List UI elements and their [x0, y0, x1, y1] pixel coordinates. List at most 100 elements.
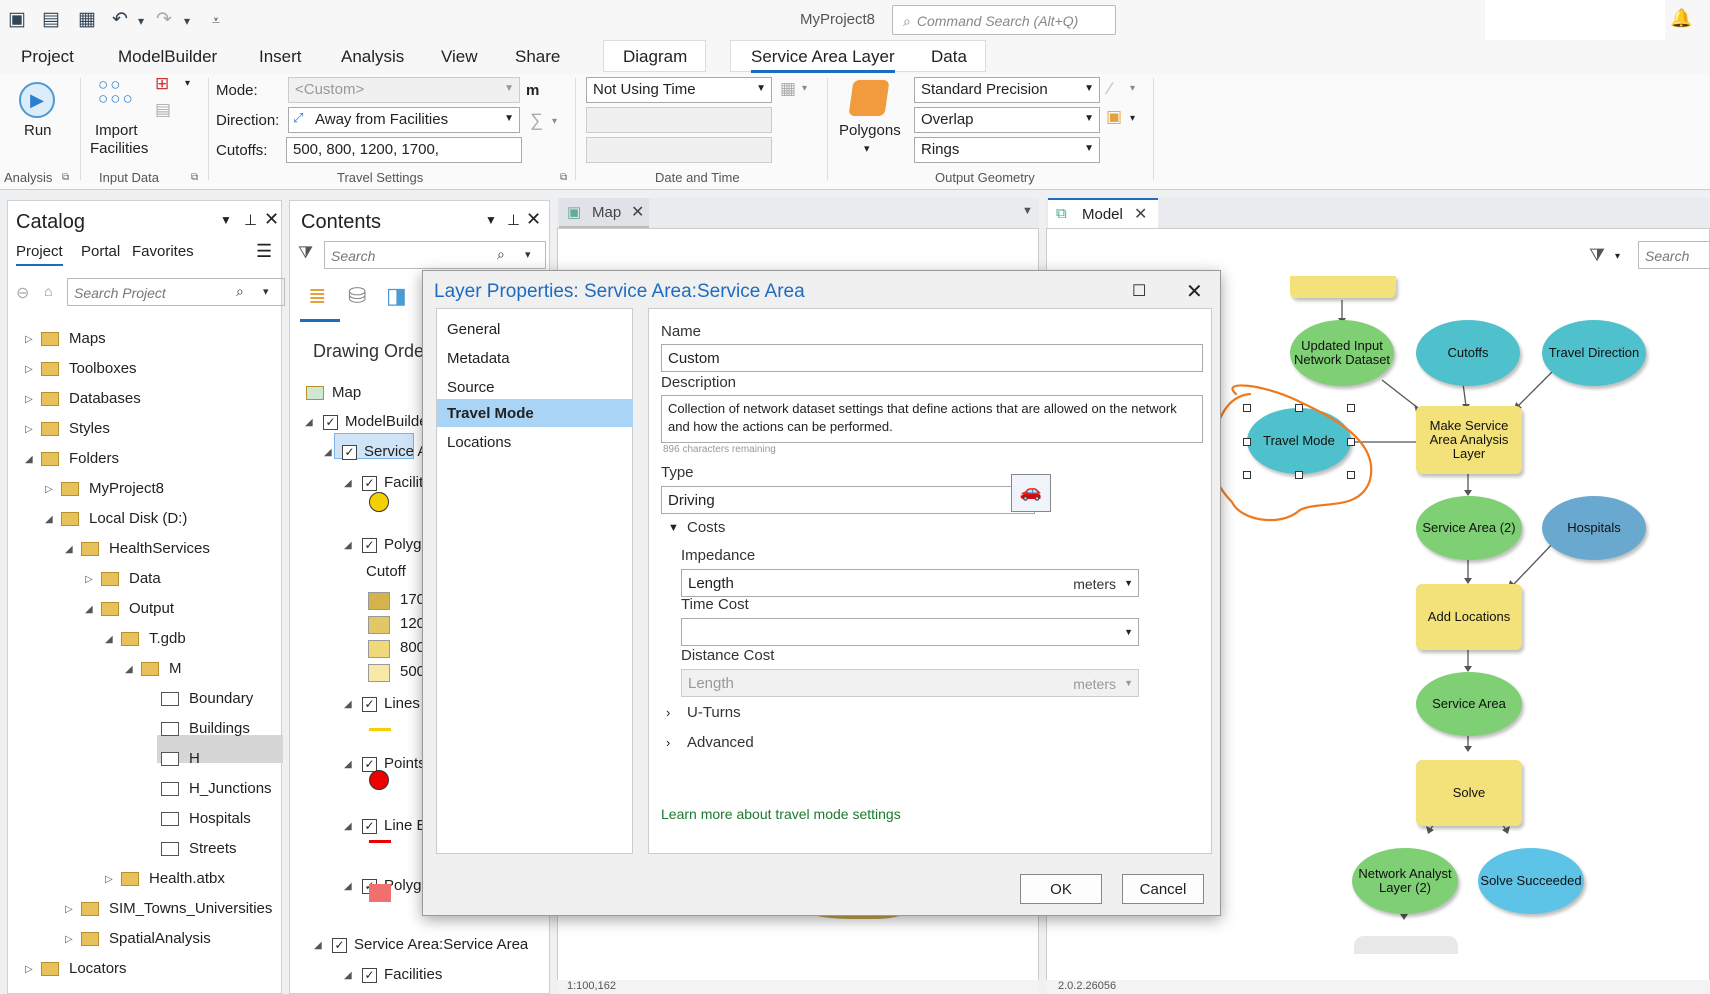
list-by-drawing-order-icon[interactable]: ≣ [308, 283, 326, 309]
tab-analysis[interactable]: Analysis [341, 47, 404, 67]
selection-handle[interactable] [1347, 471, 1355, 479]
layer-checkbox[interactable]: ✓ [323, 415, 338, 430]
dialog-launcher-icon[interactable]: ⧉ [62, 172, 69, 183]
contents-item[interactable]: Lines [384, 695, 420, 712]
costs-label[interactable]: Costs [687, 519, 725, 536]
node-travel-direction[interactable]: Travel Direction [1542, 320, 1646, 386]
selection-handle[interactable] [1243, 471, 1251, 479]
layer-checkbox[interactable]: ✓ [342, 445, 357, 460]
catalog-item[interactable]: HealthServices [109, 540, 210, 557]
impedance-combo[interactable]: Length meters ▼ [681, 569, 1139, 597]
save-project-icon[interactable]: ▦ [78, 8, 96, 31]
expand-toggle-icon[interactable]: ▷ [65, 934, 73, 945]
contents-item[interactable]: ModelBuilder [345, 413, 433, 430]
import-label-1[interactable]: Import [95, 122, 138, 139]
node-cutoffs[interactable]: Cutoffs [1416, 320, 1520, 386]
contents-options-icon[interactable]: ▼ [485, 213, 497, 227]
sum-dropdown-icon[interactable]: ▾ [552, 116, 557, 127]
selection-handle[interactable] [1295, 471, 1303, 479]
node-updated-input[interactable]: Updated Input Network Dataset [1290, 320, 1394, 386]
tab-list-icon[interactable]: ▼ [1022, 205, 1033, 217]
catalog-item[interactable]: SIM_Towns_Universities [109, 900, 272, 917]
catalog-item[interactable]: Streets [189, 840, 237, 857]
layer-symbol[interactable] [369, 770, 389, 790]
date-input[interactable] [586, 107, 772, 133]
model-node-bottom[interactable] [1354, 936, 1458, 954]
expand-toggle-icon[interactable]: ◢ [85, 604, 93, 615]
expand-toggle-icon[interactable]: ◢ [45, 514, 53, 525]
import-label-2[interactable]: Facilities [90, 140, 148, 157]
expand-toggle-icon[interactable]: ◢ [344, 540, 352, 551]
notification-bell-icon[interactable]: 🔔 [1670, 8, 1692, 29]
maximize-icon[interactable]: ☐ [1132, 281, 1146, 301]
nav-general[interactable]: General [447, 321, 500, 338]
tab-share[interactable]: Share [515, 47, 560, 67]
travel-mode-car-icon[interactable]: 🚗 [1011, 474, 1051, 512]
expand-toggle-icon[interactable]: ◢ [344, 478, 352, 489]
catalog-item[interactable]: Toolboxes [69, 360, 137, 377]
home-icon[interactable]: ⌂ [44, 283, 52, 299]
catalog-item[interactable]: Boundary [189, 690, 253, 707]
expand-toggle-icon[interactable]: ▷ [65, 904, 73, 915]
back-icon[interactable]: ⊖ [16, 283, 29, 303]
catalog-item[interactable]: MyProject8 [89, 480, 164, 497]
expand-toggle-icon[interactable]: ◢ [314, 940, 322, 951]
layer-symbol[interactable] [369, 840, 391, 843]
layer-symbol[interactable] [369, 492, 389, 512]
redo-dropdown-icon[interactable]: ▾ [184, 14, 190, 28]
close-icon[interactable]: ✕ [526, 209, 541, 230]
contents-search-input[interactable]: Search ⌕ ▾ [324, 241, 546, 269]
catalog-item[interactable]: Local Disk (D:) [89, 510, 187, 527]
layer-checkbox[interactable]: ✓ [362, 819, 377, 834]
uturns-label[interactable]: U-Turns [687, 704, 741, 721]
nav-metadata[interactable]: Metadata [447, 350, 510, 367]
catalog-search-input[interactable]: Search Project ⌕ ▾ [67, 278, 285, 306]
distance-cost-combo[interactable]: Length meters ▼ [681, 669, 1139, 697]
catalog-item[interactable]: Locators [69, 960, 127, 977]
catalog-tab-portal[interactable]: Portal [81, 243, 120, 260]
polygons-dropdown-icon[interactable]: ▾ [864, 142, 870, 155]
node-network-layer-2[interactable]: Network Analyst Layer (2) [1352, 848, 1458, 914]
sum-icon[interactable]: ∑ [530, 110, 543, 131]
new-project-icon[interactable]: ▣ [8, 8, 26, 31]
expand-toggle-icon[interactable]: ▷ [85, 574, 93, 585]
selection-handle[interactable] [1347, 404, 1355, 412]
node-solve-succeeded[interactable]: Solve Succeeded [1478, 848, 1584, 914]
tab-diagram[interactable]: Diagram [623, 47, 687, 67]
catalog-item[interactable]: SpatialAnalysis [109, 930, 211, 947]
tab-map[interactable]: ▣ Map ✕ [559, 198, 649, 228]
symbol-swatch[interactable] [368, 592, 390, 610]
node-solve[interactable]: Solve [1416, 760, 1522, 826]
node-travel-mode[interactable]: Travel Mode [1247, 408, 1351, 474]
expand-toggle-icon[interactable]: ◢ [344, 821, 352, 832]
calendar-icon[interactable]: ▦ [780, 79, 796, 99]
pin-icon[interactable]: ⊥ [244, 211, 257, 229]
open-project-icon[interactable]: ▤ [42, 8, 60, 31]
cancel-button[interactable]: Cancel [1122, 874, 1204, 904]
contents-item[interactable]: Service Area:Service Area [354, 936, 528, 953]
selection-handle[interactable] [1243, 438, 1251, 446]
close-icon[interactable]: ✕ [631, 202, 644, 222]
expand-toggle-icon[interactable]: ▷ [25, 424, 33, 435]
expand-toggle-icon[interactable]: ◢ [344, 759, 352, 770]
time-cost-combo[interactable]: ▼ [681, 618, 1139, 646]
tab-project[interactable]: Project [21, 47, 74, 67]
input-launcher-icon[interactable]: ⧉ [191, 172, 198, 183]
tab-view[interactable]: View [441, 47, 478, 67]
wand-icon[interactable]: ⁄ [1108, 79, 1111, 98]
menu-icon[interactable]: ☰ [256, 241, 272, 262]
name-input[interactable]: Custom [661, 344, 1203, 372]
layers-dropdown-icon[interactable]: ▾ [1130, 113, 1135, 124]
map-scale[interactable]: 1:100,162 [567, 980, 616, 992]
redo-icon[interactable]: ↷ [156, 8, 172, 31]
run-icon[interactable]: ▶ [19, 82, 55, 118]
calendar-dropdown-icon[interactable]: ▾ [802, 83, 807, 94]
precision-combo[interactable]: Standard Precision ▼ [914, 77, 1100, 103]
close-icon[interactable]: ✕ [264, 209, 279, 230]
selection-handle[interactable] [1347, 438, 1355, 446]
table-edit-icon[interactable]: ▤ [155, 100, 171, 120]
nav-locations[interactable]: Locations [447, 434, 511, 451]
contents-item[interactable]: Cutoff [366, 563, 406, 580]
type-combo[interactable]: Driving▼ [661, 486, 1035, 514]
catalog-item[interactable]: Output [129, 600, 174, 617]
